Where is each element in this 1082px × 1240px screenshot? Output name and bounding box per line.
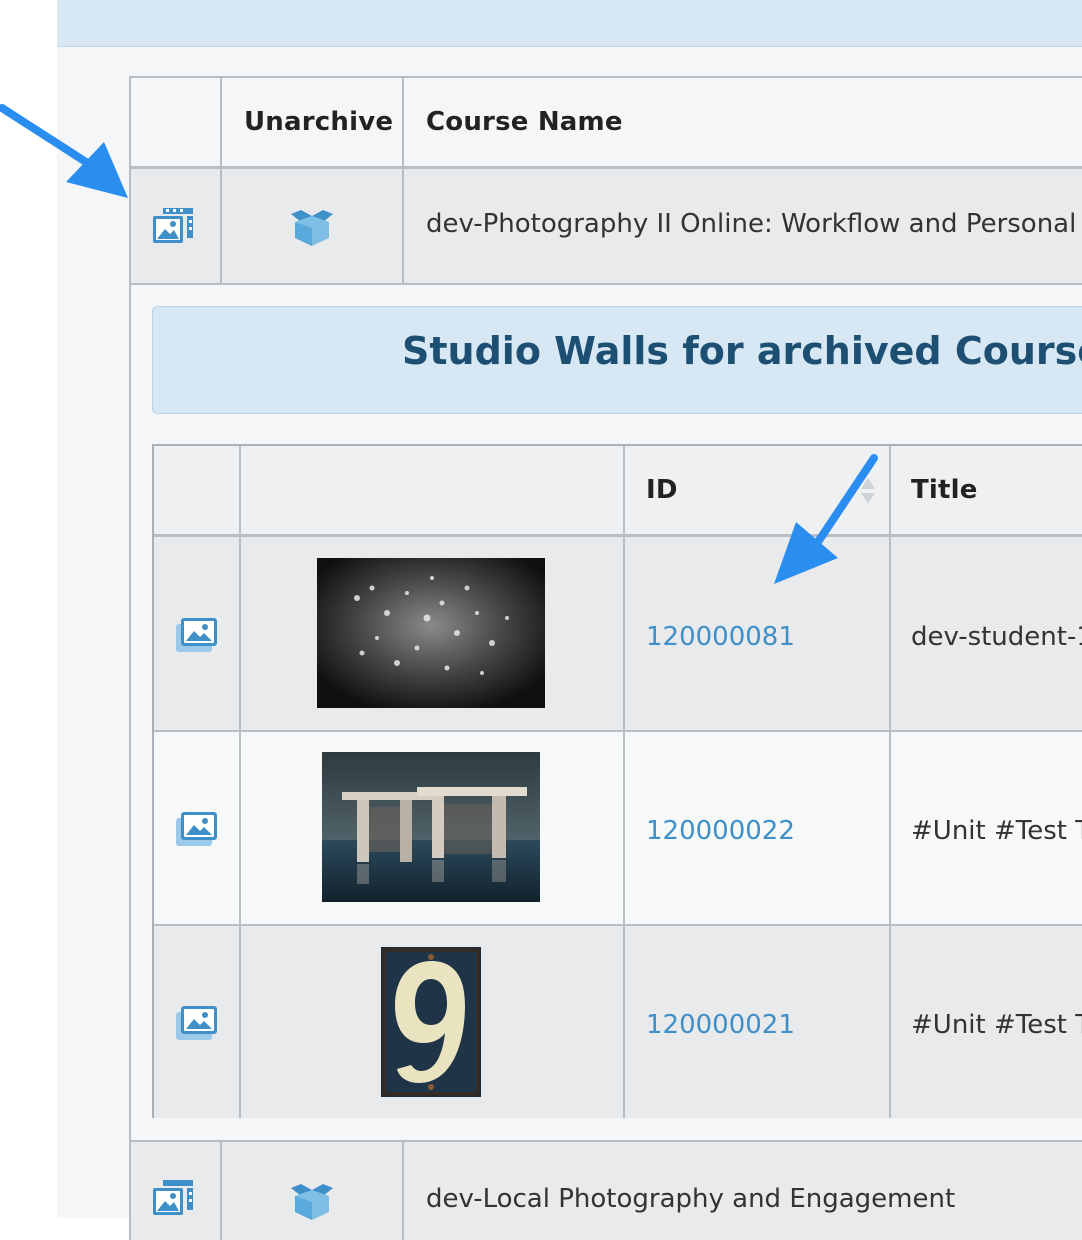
column-divider: [220, 78, 222, 284]
studio-wall-title: #Unit #Test T: [911, 1010, 1082, 1040]
studio-walls-banner: Studio Walls for archived Course ': [152, 306, 1082, 414]
sort-arrows-icon[interactable]: [860, 476, 876, 506]
column-divider: [623, 446, 625, 1118]
studio-wall-title: #Unit #Test T: [911, 816, 1082, 846]
column-divider: [889, 446, 891, 1118]
studio-walls-table: ID Title 120000081 dev-student-1 1200000…: [152, 444, 1082, 1118]
column-divider: [402, 78, 404, 284]
images-icon[interactable]: [174, 616, 220, 654]
column-divider: [220, 1140, 222, 1240]
banner-title: Studio Walls for archived Course ': [402, 329, 1082, 373]
column-divider: [402, 1140, 404, 1240]
course-name-cell: dev-Local Photography and Engagement: [426, 1184, 956, 1214]
open-box-icon[interactable]: [287, 1182, 337, 1222]
studio-wall-id-link[interactable]: 120000021: [646, 1010, 795, 1040]
studio-wall-title: dev-student-1: [911, 622, 1082, 652]
header-course-name: Course Name: [426, 107, 623, 137]
images-icon[interactable]: [174, 810, 220, 848]
column-divider: [239, 446, 241, 1118]
images-icon[interactable]: [174, 1004, 220, 1042]
row-divider: [131, 283, 1082, 285]
course-name-cell: dev-Photography II Online: Workflow and …: [426, 209, 1082, 239]
studio-wall-gallery-icon[interactable]: [151, 206, 199, 246]
header-id[interactable]: ID: [646, 475, 678, 505]
image-thumbnail[interactable]: [317, 558, 545, 708]
row-divider: [154, 924, 1082, 926]
header-divider: [154, 534, 1082, 537]
row-divider: [154, 730, 1082, 732]
studio-wall-id-link[interactable]: 120000081: [646, 622, 795, 652]
header-unarchive: Unarchive: [244, 107, 394, 137]
header-divider: [131, 166, 1082, 169]
row-divider: [131, 1140, 1082, 1142]
image-thumbnail[interactable]: [381, 947, 481, 1097]
studio-wall-gallery-icon[interactable]: [151, 1178, 199, 1218]
image-thumbnail[interactable]: [322, 752, 540, 902]
header-title: Title: [911, 475, 978, 505]
studio-wall-id-link[interactable]: 120000022: [646, 816, 795, 846]
open-box-icon[interactable]: [287, 208, 337, 248]
top-header-bar: [57, 0, 1082, 47]
